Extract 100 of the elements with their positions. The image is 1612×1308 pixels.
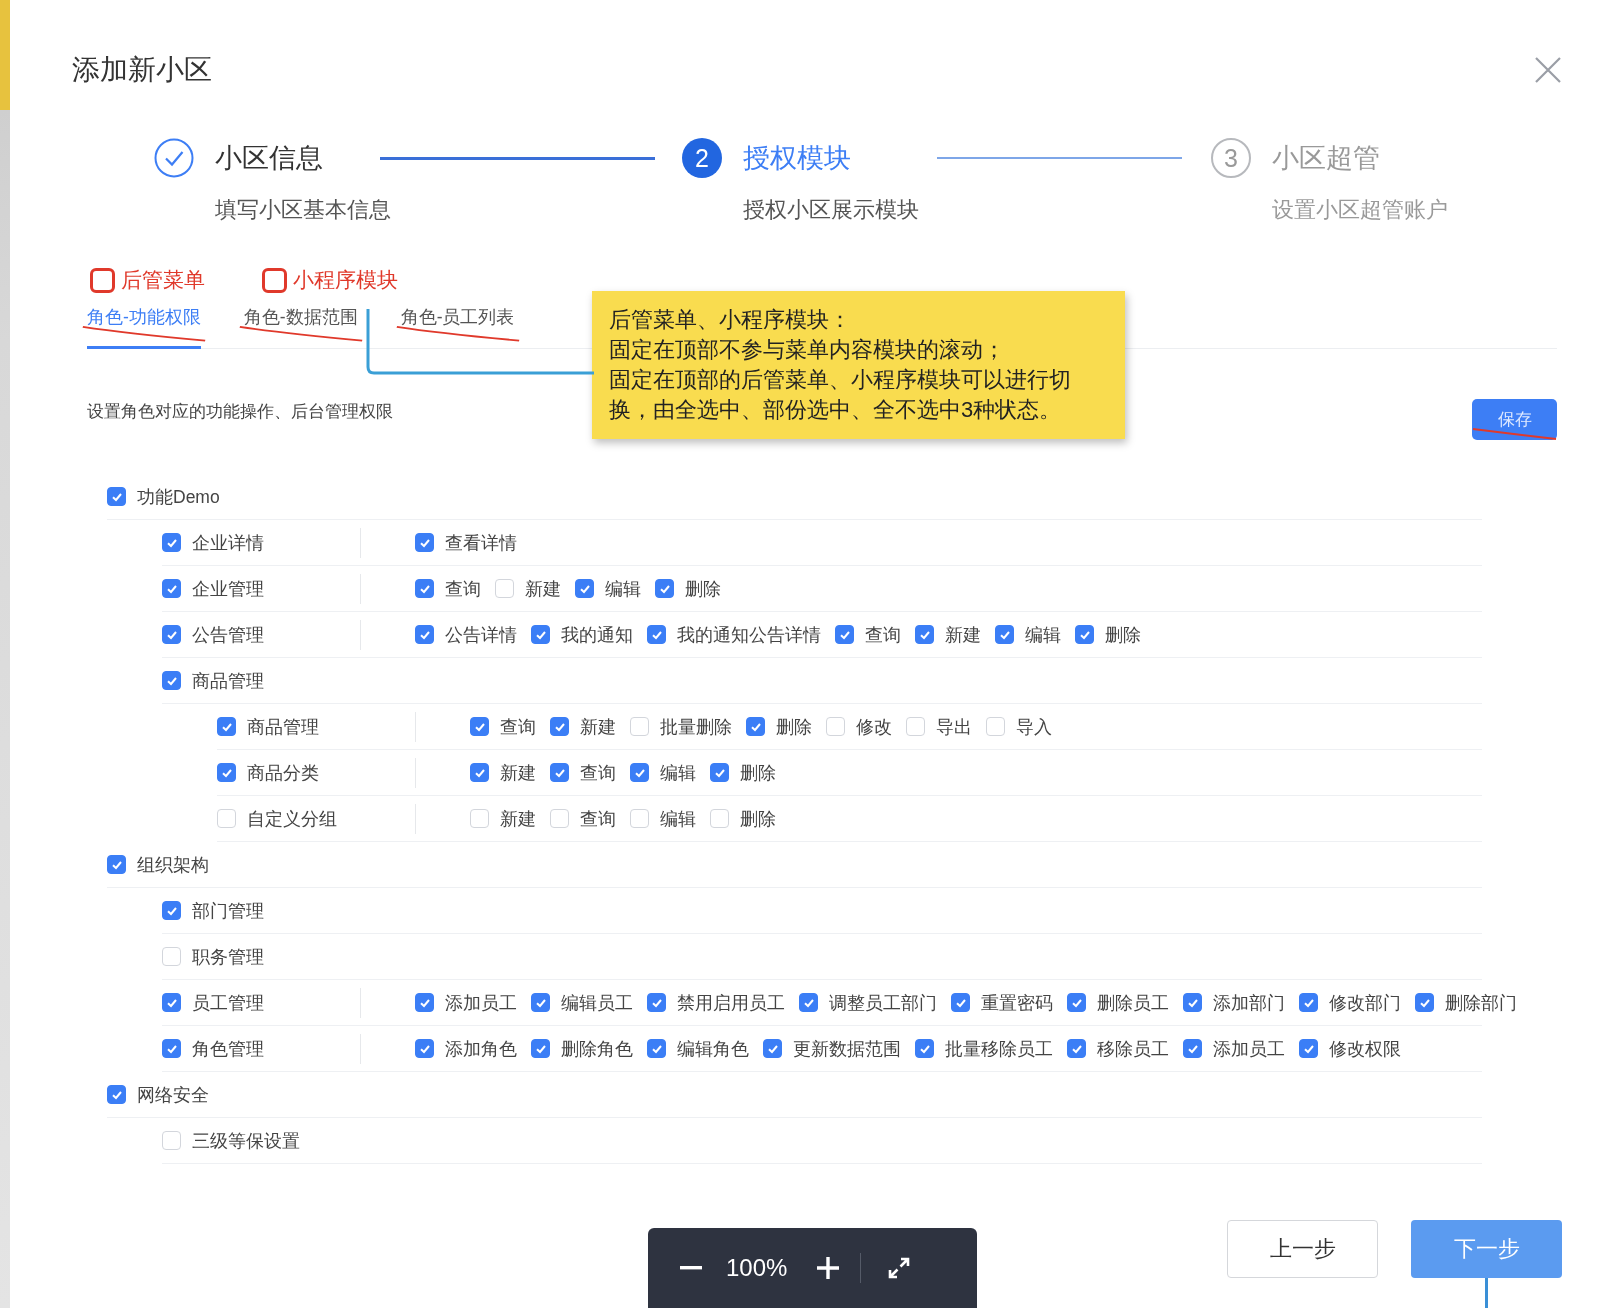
note-text: 固定在顶部不参与菜单内容模块的滚动； bbox=[609, 336, 1006, 364]
checkbox[interactable] bbox=[799, 993, 818, 1012]
permission-label: 商品管理 bbox=[192, 669, 264, 693]
checkbox[interactable] bbox=[915, 625, 934, 644]
permission-label: 企业管理 bbox=[192, 577, 264, 601]
checkbox[interactable] bbox=[531, 1039, 550, 1058]
checkbox[interactable] bbox=[746, 717, 765, 736]
checkbox[interactable] bbox=[550, 763, 569, 782]
checkbox[interactable] bbox=[162, 901, 181, 920]
checkbox[interactable] bbox=[1299, 993, 1318, 1012]
checkbox[interactable] bbox=[162, 533, 181, 552]
close-icon[interactable] bbox=[1534, 56, 1562, 84]
permission-label: 删除部门 bbox=[1445, 991, 1517, 1015]
checkbox[interactable] bbox=[217, 763, 236, 782]
permission-label: 删除角色 bbox=[561, 1037, 633, 1061]
checkbox[interactable] bbox=[531, 625, 550, 644]
permission-label: 编辑角色 bbox=[677, 1037, 749, 1061]
checkbox[interactable] bbox=[995, 625, 1014, 644]
permission-label: 批量删除 bbox=[660, 715, 732, 739]
step-description: 授权小区展示模块 bbox=[743, 196, 919, 224]
permission-label: 查询 bbox=[445, 577, 481, 601]
permission-label: 查询 bbox=[580, 761, 616, 785]
checkbox[interactable] bbox=[415, 993, 434, 1012]
checkbox[interactable] bbox=[162, 1039, 181, 1058]
connector-line bbox=[1485, 1278, 1488, 1308]
checkbox[interactable] bbox=[550, 717, 569, 736]
permission-label: 角色管理 bbox=[192, 1037, 264, 1061]
permission-label: 新建 bbox=[525, 577, 561, 601]
permission-label: 编辑 bbox=[605, 577, 641, 601]
annotation-square-icon bbox=[90, 267, 115, 293]
permission-label: 新建 bbox=[500, 761, 536, 785]
checkbox[interactable] bbox=[107, 487, 126, 506]
permission-label: 查看详情 bbox=[445, 531, 517, 555]
dialog-title: 添加新小区 bbox=[72, 53, 212, 87]
checkbox[interactable] bbox=[470, 763, 489, 782]
checkbox[interactable] bbox=[655, 579, 674, 598]
checkbox[interactable] bbox=[1183, 1039, 1202, 1058]
permission-label: 修改部门 bbox=[1329, 991, 1401, 1015]
checkbox[interactable] bbox=[1067, 993, 1086, 1012]
previous-button[interactable]: 上一步 bbox=[1227, 1220, 1378, 1278]
checkbox[interactable] bbox=[951, 993, 970, 1012]
permission-label: 删除员工 bbox=[1097, 991, 1169, 1015]
checkbox[interactable] bbox=[162, 579, 181, 598]
permission-label: 编辑 bbox=[660, 761, 696, 785]
checkbox[interactable] bbox=[1075, 625, 1094, 644]
checkbox[interactable] bbox=[915, 1039, 934, 1058]
permission-label: 重置密码 bbox=[981, 991, 1053, 1015]
permission-label: 删除 bbox=[776, 715, 812, 739]
checkbox[interactable] bbox=[630, 763, 649, 782]
checkbox[interactable] bbox=[107, 855, 126, 874]
permission-label: 编辑员工 bbox=[561, 991, 633, 1015]
checkbox[interactable] bbox=[1299, 1039, 1318, 1058]
checkbox[interactable] bbox=[470, 717, 489, 736]
checkbox[interactable] bbox=[531, 993, 550, 1012]
permission-label: 企业详情 bbox=[192, 531, 264, 555]
zoom-level: 100% bbox=[726, 1254, 788, 1282]
tab[interactable]: 角色-功能权限 bbox=[87, 305, 201, 349]
permission-label: 三级等保设置 bbox=[192, 1129, 300, 1153]
zoom-out-icon[interactable] bbox=[680, 1266, 702, 1270]
permission-label: 部门管理 bbox=[192, 899, 264, 923]
step-description: 设置小区超管账户 bbox=[1272, 196, 1448, 224]
permission-label: 修改权限 bbox=[1329, 1037, 1401, 1061]
checkbox[interactable] bbox=[1183, 993, 1202, 1012]
tab[interactable]: 角色-员工列表 bbox=[400, 305, 515, 349]
checkbox[interactable] bbox=[575, 579, 594, 598]
checkbox[interactable] bbox=[415, 625, 434, 644]
permission-label: 查询 bbox=[865, 623, 901, 647]
permission-label: 编辑 bbox=[1025, 623, 1061, 647]
fullscreen-icon[interactable] bbox=[887, 1256, 912, 1280]
permission-label: 我的通知 bbox=[561, 623, 633, 647]
checkbox[interactable] bbox=[763, 1039, 782, 1058]
description-text: 设置角色对应的功能操作、后台管理权限 bbox=[87, 401, 393, 422]
checkbox[interactable] bbox=[162, 993, 181, 1012]
permission-label: 新建 bbox=[500, 807, 536, 831]
checkbox[interactable] bbox=[1067, 1039, 1086, 1058]
annotation-square-icon bbox=[262, 267, 287, 293]
checkbox[interactable] bbox=[647, 1039, 666, 1058]
step-description: 填写小区基本信息 bbox=[215, 196, 391, 224]
permission-label: 添加角色 bbox=[445, 1037, 517, 1061]
checkbox[interactable] bbox=[835, 625, 854, 644]
checkbox[interactable] bbox=[162, 625, 181, 644]
annotation-label: 小程序模块 bbox=[293, 267, 398, 293]
tab[interactable]: 角色-数据范围 bbox=[243, 305, 358, 349]
checkbox[interactable] bbox=[107, 1085, 126, 1104]
permission-label: 查询 bbox=[500, 715, 536, 739]
permission-label: 功能Demo bbox=[137, 485, 220, 509]
checkbox[interactable] bbox=[162, 671, 181, 690]
checkbox[interactable] bbox=[1415, 993, 1434, 1012]
zoom-in-icon[interactable] bbox=[817, 1257, 840, 1279]
note-text: 固定在顶部的后管菜单、小程序模块可以进行切换，由全选中、部份选中、全不选中3种状态。 bbox=[609, 366, 1072, 424]
checkbox[interactable] bbox=[415, 579, 434, 598]
permission-label: 新建 bbox=[580, 715, 616, 739]
permission-label: 移除员工 bbox=[1097, 1037, 1169, 1061]
checkbox[interactable] bbox=[710, 763, 729, 782]
checkbox[interactable] bbox=[217, 717, 236, 736]
checkbox[interactable] bbox=[415, 533, 434, 552]
checkbox[interactable] bbox=[415, 1039, 434, 1058]
checkbox[interactable] bbox=[647, 993, 666, 1012]
checkbox[interactable] bbox=[647, 625, 666, 644]
permission-label: 删除 bbox=[740, 761, 776, 785]
